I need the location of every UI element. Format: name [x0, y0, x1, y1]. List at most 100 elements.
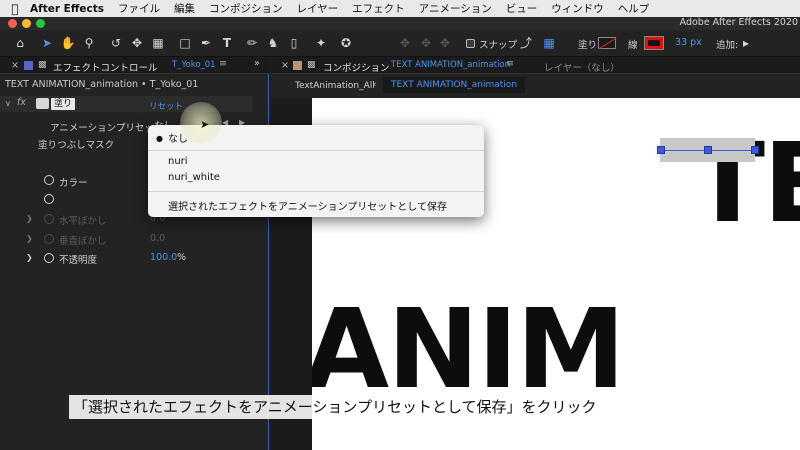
axis-world-icon[interactable]: ✥	[418, 35, 434, 51]
menu-help[interactable]: ヘルプ	[618, 1, 650, 16]
effect-controls-tab-title: エフェクトコントロール	[53, 63, 158, 74]
snap-checkbox[interactable]	[466, 39, 475, 48]
panel-overflow-icon[interactable]: »	[254, 58, 260, 69]
stroke-width-value[interactable]: 33 px	[675, 37, 702, 48]
menu-effect[interactable]: エフェクト	[352, 1, 405, 16]
mac-menubar:  After Effects ファイル 編集 コンポジション レイヤー エフェ…	[0, 0, 800, 17]
menu-view[interactable]: ビュー	[506, 1, 538, 16]
dropdown-separator	[148, 191, 484, 192]
anchor-tool-icon[interactable]: ▦	[150, 35, 166, 51]
v-blur-stopwatch-icon[interactable]	[44, 234, 54, 244]
color-stopwatch-icon[interactable]	[44, 175, 54, 185]
comp-tab-title[interactable]: コンポジション	[323, 60, 390, 74]
breadcrumb-current[interactable]: TEXT ANIMATION_animation	[383, 77, 526, 93]
panel-color-label	[24, 61, 33, 70]
panel-menu-icon[interactable]: ≡	[219, 58, 227, 69]
fill-mask-label: 塗りつぶしマスク	[38, 140, 115, 151]
hand-tool-icon[interactable]: ✋	[60, 35, 76, 51]
axis-local-icon[interactable]: ✥	[397, 35, 413, 51]
close-tab-icon[interactable]: ×	[11, 60, 19, 71]
camera-tool-icon[interactable]: ✥	[129, 35, 145, 51]
add-label: 追加:	[716, 40, 739, 51]
selected-bullet-icon: ●	[156, 134, 163, 143]
menu-animation[interactable]: アニメーション	[419, 1, 492, 16]
fx-toggle-icon[interactable]: fx	[17, 97, 26, 108]
effect-preset-icon	[36, 98, 49, 109]
window-titlebar: Adobe After Effects 2020	[0, 17, 800, 30]
text-handle-right[interactable]	[751, 146, 759, 154]
menu-composition[interactable]: コンポジション	[209, 1, 283, 16]
menu-file[interactable]: ファイル	[118, 1, 160, 16]
pen-tool-icon[interactable]: ✒	[198, 35, 214, 51]
close-window-button[interactable]	[8, 19, 17, 28]
layer-panel-tab[interactable]: レイヤー（なし）	[544, 60, 620, 74]
dropdown-item-nuri-white[interactable]: nuri_white	[168, 172, 220, 183]
menu-window[interactable]: ウィンドウ	[551, 1, 604, 16]
comp-breadcrumb-bar: TextAnimation_All ‹ TEXT ANIMATION_anima…	[271, 74, 800, 98]
expand-opacity-icon[interactable]: ❯	[26, 253, 33, 262]
rectangle-tool-icon[interactable]: □	[177, 35, 193, 51]
selection-tool-icon[interactable]: ➤	[39, 35, 55, 51]
opacity-value[interactable]: 100.0	[150, 252, 177, 263]
lock-icon[interactable]: ▩	[38, 60, 47, 70]
effect-controls-panel: × ▩ エフェクトコントロール T_Yoko_01 ≡ » TEXT ANIMA…	[0, 57, 269, 450]
clone-stamp-tool-icon[interactable]: ♞	[265, 35, 281, 51]
brush-tool-icon[interactable]: ✏	[244, 35, 260, 51]
color-label: カラー	[59, 178, 88, 189]
text-handle-left[interactable]	[657, 146, 665, 154]
menu-edit[interactable]: 編集	[174, 1, 195, 16]
snap-target-icon[interactable]: ▦	[541, 35, 557, 51]
add-menu-icon[interactable]: ▸	[738, 35, 754, 51]
expand-v-blur-icon[interactable]: ❯	[26, 234, 33, 243]
zoom-window-button[interactable]	[36, 19, 45, 28]
h-blur-stopwatch-icon[interactable]	[44, 214, 54, 224]
home-icon[interactable]: ⌂	[12, 35, 28, 51]
layer-path: TEXT ANIMATION_animation • T_Yoko_01	[5, 79, 199, 90]
dropdown-item-nuri[interactable]: nuri	[168, 156, 188, 167]
app-menu[interactable]: After Effects	[30, 3, 104, 15]
v-blur-label: 垂直ぼかし	[59, 236, 107, 247]
breadcrumb-chevron-icon: ‹	[373, 80, 377, 90]
breadcrumb-parent[interactable]: TextAnimation_All	[295, 81, 375, 91]
rotate-tool-icon[interactable]: ↺	[108, 35, 124, 51]
stroke-swatch[interactable]	[644, 36, 664, 50]
comp-color-label	[293, 61, 302, 70]
expand-effect-icon[interactable]: ∨	[5, 99, 11, 108]
effect-name[interactable]: 塗り	[51, 98, 76, 110]
comp-tab-name[interactable]: TEXT ANIMATION_animation	[391, 60, 510, 70]
opacity-unit: %	[177, 252, 187, 263]
opacity-stopwatch-icon[interactable]	[44, 253, 54, 263]
snap-label: スナップ	[479, 40, 518, 51]
stroke-label: 線	[628, 40, 638, 51]
minimize-window-button[interactable]	[22, 19, 31, 28]
canvas-text-line2: ANIM	[312, 285, 626, 413]
comp-panel-menu-icon[interactable]: ≡	[506, 58, 514, 69]
type-tool-icon[interactable]: T	[219, 35, 235, 51]
opacity-label: 不透明度	[59, 255, 98, 266]
puppet-tool-icon[interactable]: ✪	[338, 35, 354, 51]
fill-swatch[interactable]	[598, 37, 616, 49]
expand-h-blur-icon[interactable]: ❯	[26, 214, 33, 223]
snap-option-icon[interactable]: ⤴	[518, 35, 534, 51]
invert-stopwatch-icon[interactable]	[44, 194, 54, 204]
v-blur-value[interactable]: 0.0	[150, 233, 165, 244]
apple-icon[interactable]: 	[0, 2, 30, 16]
window-title: Adobe After Effects 2020	[679, 17, 798, 28]
eraser-tool-icon[interactable]: ▯	[286, 35, 302, 51]
roto-brush-tool-icon[interactable]: ✦	[313, 35, 329, 51]
comp-lock-icon[interactable]: ▩	[307, 60, 316, 70]
dropdown-separator	[148, 150, 484, 151]
reset-link[interactable]: リセット	[149, 100, 183, 112]
effect-controls-tab-layer: T_Yoko_01	[172, 60, 216, 70]
menu-layer[interactable]: レイヤー	[296, 1, 338, 16]
effect-controls-tab[interactable]: × ▩ エフェクトコントロール T_Yoko_01 ≡ »	[0, 57, 269, 74]
close-comp-tab-icon[interactable]: ×	[281, 60, 289, 71]
axis-view-icon[interactable]: ✥	[437, 35, 453, 51]
mouse-pointer-icon: ➤	[200, 118, 210, 131]
zoom-tool-icon[interactable]: ⚲	[81, 35, 97, 51]
composition-tabbar: × ▩ コンポジション TEXT ANIMATION_animation ≡ レ…	[271, 57, 800, 74]
fill-label: 塗り	[578, 40, 598, 51]
dropdown-item-save-preset[interactable]: 選択されたエフェクトをアニメーションプリセットとして保存	[168, 198, 447, 213]
h-blur-label: 水平ぼかし	[59, 216, 107, 227]
text-handle-middle[interactable]	[704, 146, 712, 154]
